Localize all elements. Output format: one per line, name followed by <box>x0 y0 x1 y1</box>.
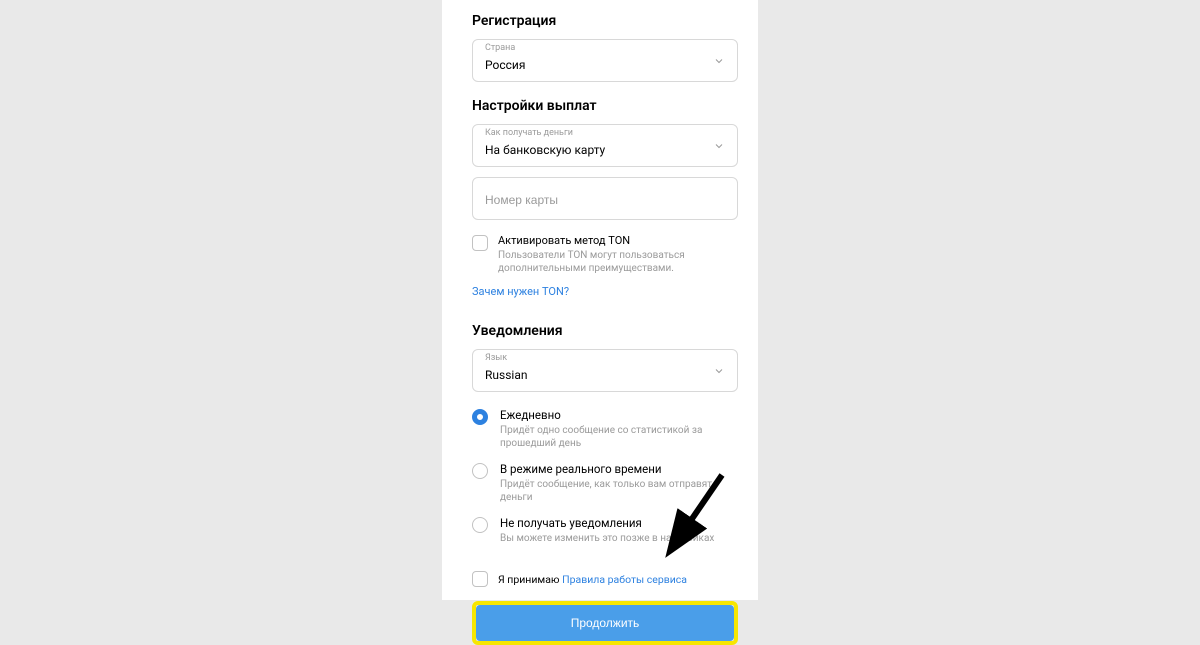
radio-title: Не получать уведомления <box>500 516 714 531</box>
card-number-input[interactable] <box>485 193 725 207</box>
payout-method-select[interactable]: Как получать деньги На банковскую карту <box>472 124 738 167</box>
terms-checkbox[interactable] <box>472 571 488 587</box>
radio-title: Ежедневно <box>500 408 738 423</box>
chevron-down-icon <box>713 365 725 377</box>
language-label: Язык <box>485 353 507 363</box>
radio-none[interactable] <box>472 517 488 533</box>
radio-title: В режиме реального времени <box>500 462 738 477</box>
ton-checkbox-row: Активировать метод TON Пользователи TON … <box>472 234 738 275</box>
payout-method-label: Как получать деньги <box>485 128 573 138</box>
terms-row: Я принимаю Правила работы сервиса <box>472 571 738 587</box>
radio-daily[interactable] <box>472 409 488 425</box>
ton-title: Активировать метод TON <box>498 234 738 248</box>
registration-title: Регистрация <box>472 13 738 29</box>
terms-link[interactable]: Правила работы сервиса <box>562 573 687 586</box>
ton-info-link[interactable]: Зачем нужен TON? <box>472 285 569 298</box>
notifications-title: Уведомления <box>472 323 738 339</box>
continue-button[interactable]: Продолжить <box>476 605 734 641</box>
country-value: Россия <box>485 58 525 72</box>
radio-row-none[interactable]: Не получать уведомления Вы можете измени… <box>472 510 738 551</box>
continue-button-highlight: Продолжить <box>472 601 738 645</box>
country-select[interactable]: Страна Россия <box>472 39 738 82</box>
country-label: Страна <box>485 43 515 53</box>
radio-desc: Вы можете изменить это позже в настройка… <box>500 532 714 545</box>
radio-realtime[interactable] <box>472 463 488 479</box>
notification-radio-group: Ежедневно Придёт одно сообщение со стати… <box>472 402 738 551</box>
payout-method-value: На банковскую карту <box>485 143 605 157</box>
payout-title: Настройки выплат <box>472 98 738 114</box>
radio-desc: Придёт сообщение, как только вам отправя… <box>500 478 738 504</box>
card-number-wrap <box>472 177 738 220</box>
ton-desc: Пользователи TON могут пользоваться допо… <box>498 249 738 275</box>
chevron-down-icon <box>713 55 725 67</box>
radio-row-daily[interactable]: Ежедневно Придёт одно сообщение со стати… <box>472 402 738 456</box>
ton-checkbox[interactable] <box>472 235 488 251</box>
ton-text: Активировать метод TON Пользователи TON … <box>498 234 738 275</box>
language-select[interactable]: Язык Russian <box>472 349 738 392</box>
radio-row-realtime[interactable]: В режиме реального времени Придёт сообще… <box>472 456 738 510</box>
registration-form: Регистрация Страна Россия Настройки выпл… <box>442 0 758 600</box>
language-value: Russian <box>485 368 527 382</box>
radio-desc: Придёт одно сообщение со статистикой за … <box>500 424 738 450</box>
chevron-down-icon <box>713 140 725 152</box>
terms-prefix: Я принимаю <box>498 573 562 586</box>
terms-text: Я принимаю Правила работы сервиса <box>498 573 687 586</box>
